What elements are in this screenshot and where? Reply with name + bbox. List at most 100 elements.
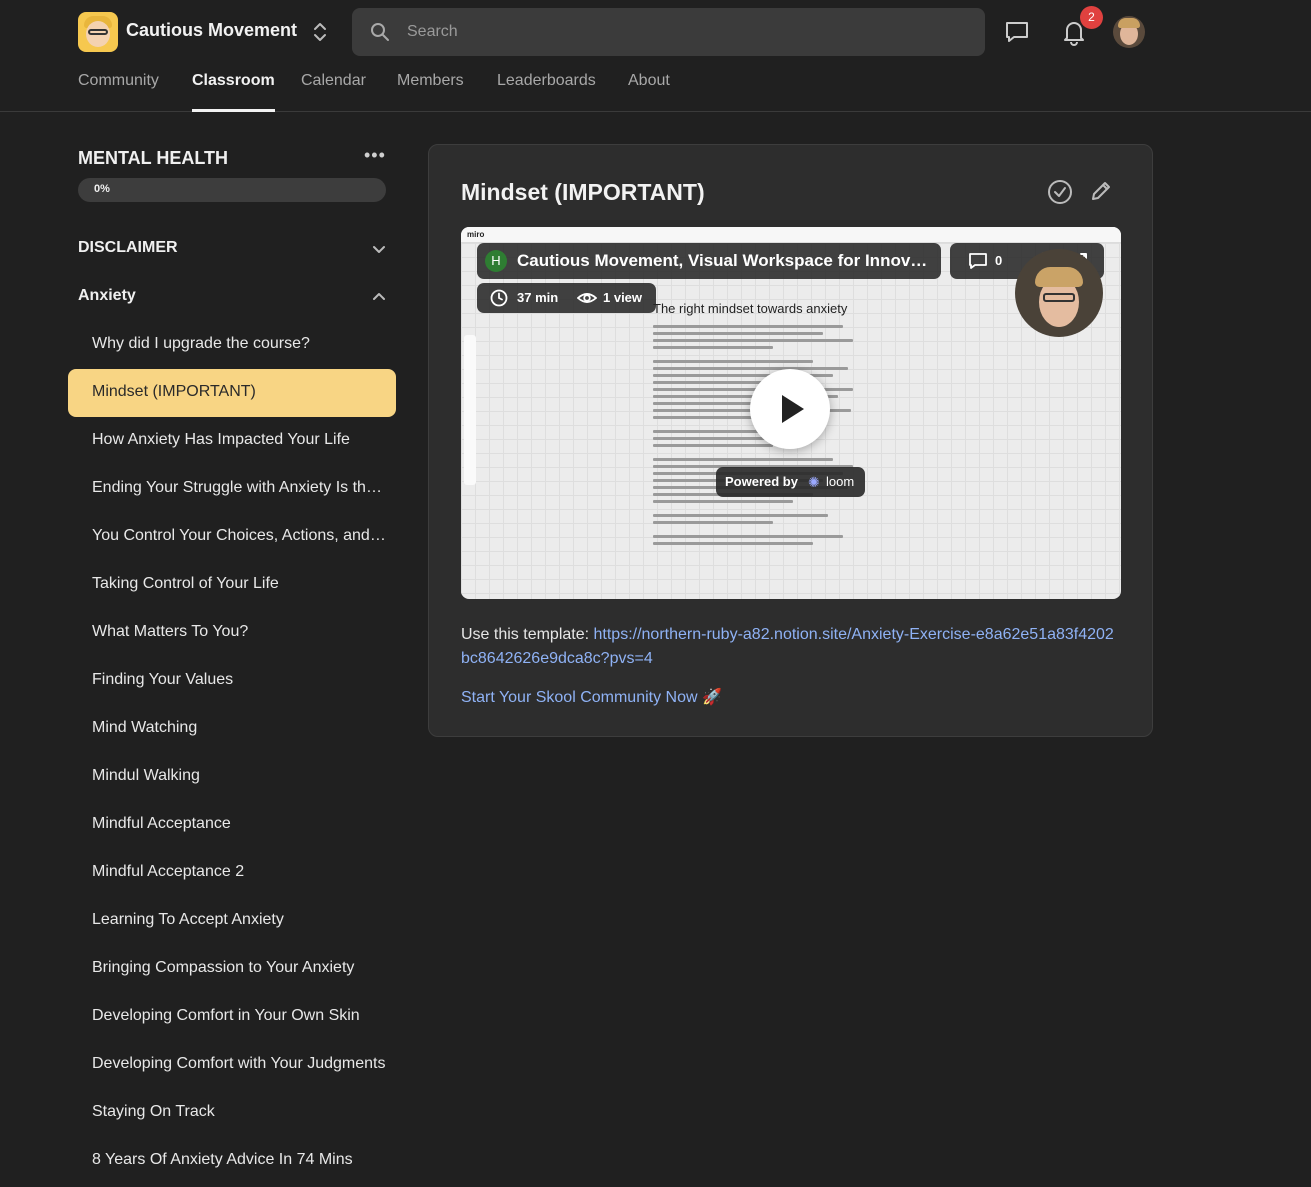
notification-badge: 2: [1080, 6, 1103, 29]
lesson-item-label: Developing Comfort in Your Own Skin: [92, 1007, 360, 1024]
tab-members[interactable]: Members: [397, 72, 464, 112]
presenter-glasses: [1043, 293, 1075, 302]
lesson-item[interactable]: Finding Your Values: [68, 657, 396, 705]
section-anxiety[interactable]: Anxiety: [78, 284, 388, 314]
lesson-item-label: Why did I upgrade the course?: [92, 335, 310, 352]
comment-icon[interactable]: [968, 252, 988, 270]
board-text-line: [653, 346, 773, 349]
board-text-line: [653, 444, 773, 447]
lesson-title: Mindset (IMPORTANT): [461, 179, 705, 205]
section-label: Anxiety: [78, 287, 136, 304]
video-stats: 37 min 1 view: [477, 283, 656, 313]
lesson-item-label: Mindful Acceptance 2: [92, 863, 245, 880]
lesson-item-label: Mind Watching: [92, 719, 198, 736]
section-label: DISCLAIMER: [78, 239, 178, 256]
lesson-item-label: Staying On Track: [92, 1103, 215, 1120]
lesson-item[interactable]: You Control Your Choices, Actions, and B…: [68, 513, 396, 561]
avatar-hair: [1118, 18, 1140, 28]
tab-classroom[interactable]: Classroom: [192, 72, 275, 112]
miro-logo: miro: [467, 230, 485, 239]
loom-icon: ✺: [808, 474, 820, 490]
lesson-item[interactable]: Mindful Acceptance: [68, 801, 396, 849]
community-name[interactable]: Cautious Movement: [126, 20, 297, 41]
board-text-line: [653, 339, 853, 342]
lesson-item[interactable]: Developing Comfort with Your Judgments: [68, 1041, 396, 1089]
chevron-down-icon: [373, 246, 385, 253]
progress-label: 0%: [94, 183, 110, 195]
lesson-item[interactable]: Mindul Walking: [68, 753, 396, 801]
video-views: 1 view: [603, 290, 643, 305]
lesson-item-label: Bringing Compassion to Your Anxiety: [92, 959, 355, 976]
board-document: The right mindset towards anxiety: [651, 301, 861, 597]
board-text-line: [653, 521, 773, 524]
lesson-item-label: Mindful Acceptance: [92, 815, 231, 832]
tab-calendar[interactable]: Calendar: [301, 72, 366, 112]
video-title[interactable]: Cautious Movement, Visual Workspace for …: [517, 251, 931, 271]
board-text-line: [653, 535, 843, 538]
lesson-item[interactable]: 8 Years Of Anxiety Advice In 74 Mins: [68, 1137, 396, 1185]
search-bar[interactable]: [352, 8, 985, 56]
board-text-line: [653, 458, 833, 461]
lesson-item[interactable]: Mindful Acceptance 2: [68, 849, 396, 897]
logo-glasses: [88, 29, 108, 35]
chevron-up-icon: [373, 293, 385, 300]
lesson-item-label: Finding Your Values: [92, 671, 234, 688]
lesson-item[interactable]: Staying On Track: [68, 1089, 396, 1137]
lesson-card: Mindset (IMPORTANT) miro The right minds…: [428, 144, 1153, 737]
powered-by-label: Powered by: [725, 474, 798, 489]
lesson-item[interactable]: Learning To Accept Anxiety: [68, 897, 396, 945]
presenter-camera-bubble: [1015, 249, 1103, 337]
play-icon: [782, 395, 804, 423]
tab-about[interactable]: About: [628, 72, 670, 112]
section-disclaimer[interactable]: DISCLAIMER: [78, 236, 388, 266]
lesson-item-label: You Control Your Choices, Actions, and B…: [92, 527, 388, 544]
board-text-line: [653, 514, 828, 517]
community-switcher-icon[interactable]: [311, 21, 329, 43]
board-text-line: [653, 500, 793, 503]
comment-count: 0: [995, 253, 1003, 268]
tab-community[interactable]: Community: [78, 72, 159, 112]
presenter-hair: [1035, 267, 1083, 287]
board-text-line: [653, 360, 813, 363]
template-prefix: Use this template:: [461, 626, 594, 643]
skool-community-link[interactable]: Start Your Skool Community Now 🚀: [461, 687, 722, 707]
lesson-item-label: How Anxiety Has Impacted Your Life: [92, 431, 350, 448]
lesson-item[interactable]: What Matters To You?: [68, 609, 396, 657]
lesson-item[interactable]: How Anxiety Has Impacted Your Life: [68, 417, 396, 465]
lesson-item[interactable]: Developing Comfort in Your Own Skin: [68, 993, 396, 1041]
community-logo[interactable]: [78, 12, 118, 52]
lesson-item-label: Taking Control of Your Life: [92, 575, 279, 592]
video-player[interactable]: miro The right mindset towards anxiety H…: [461, 227, 1121, 599]
search-input[interactable]: [407, 8, 967, 56]
more-options-icon[interactable]: •••: [364, 146, 388, 166]
miro-side-toolbar: [464, 335, 476, 485]
board-text-line: [653, 325, 843, 328]
miro-toolbar-top: miro: [461, 227, 1121, 243]
top-header: Cautious Movement 2 Community Classroom …: [0, 0, 1311, 112]
video-duration: 37 min: [517, 290, 559, 305]
board-text-line: [653, 332, 823, 335]
powered-by-loom[interactable]: Powered by ✺ loom: [716, 467, 865, 497]
play-button[interactable]: [750, 369, 830, 449]
lesson-item-label: Mindul Walking: [92, 767, 200, 784]
user-avatar[interactable]: [1113, 16, 1145, 48]
chat-icon[interactable]: [1004, 20, 1030, 44]
lesson-item-label: Mindset (IMPORTANT): [92, 383, 256, 400]
lesson-item[interactable]: Ending Your Struggle with Anxiety Is the…: [68, 465, 396, 513]
lesson-item-label: Learning To Accept Anxiety: [92, 911, 284, 928]
mark-complete-icon[interactable]: [1047, 179, 1073, 205]
lesson-item[interactable]: Mind Watching: [68, 705, 396, 753]
board-heading: The right mindset towards anxiety: [653, 301, 848, 316]
lesson-item[interactable]: Mindset (IMPORTANT): [68, 369, 396, 417]
lesson-item[interactable]: Bringing Compassion to Your Anxiety: [68, 945, 396, 993]
lesson-item[interactable]: Taking Control of Your Life: [68, 561, 396, 609]
lesson-description: Use this template: https://northern-ruby…: [461, 623, 1121, 671]
tab-leaderboards[interactable]: Leaderboards: [497, 72, 596, 112]
course-title: MENTAL HEALTH: [78, 148, 228, 168]
channel-avatar: H: [485, 250, 507, 272]
edit-pencil-icon[interactable]: [1089, 179, 1113, 203]
lesson-item[interactable]: Why did I upgrade the course?: [68, 321, 396, 369]
lesson-item-label: What Matters To You?: [92, 623, 249, 640]
lesson-item-label: Ending Your Struggle with Anxiety Is the…: [92, 479, 388, 496]
course-progress-bar: 0%: [78, 178, 386, 202]
